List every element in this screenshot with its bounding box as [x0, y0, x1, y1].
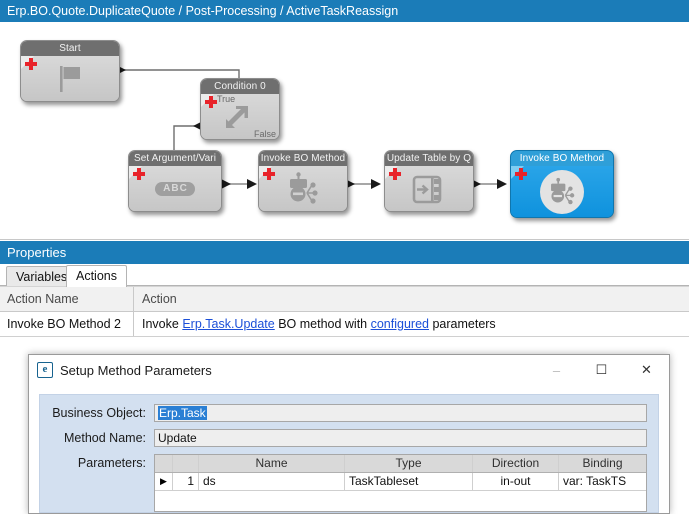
node-body [511, 166, 613, 217]
abc-pill-label: ABC [155, 181, 195, 196]
method-name-field[interactable]: Update [154, 429, 647, 447]
window-controls: – ☐ ✕ [534, 355, 669, 385]
cell-param-type[interactable]: TaskTableset [345, 473, 473, 490]
column-header-action: Action [142, 292, 177, 306]
action-grid-header: Action Name Action [0, 287, 689, 312]
action-link-configured[interactable]: configured [371, 317, 429, 331]
cell-param-name[interactable]: ds [199, 473, 345, 490]
workflow-node-invoke-bo-method-2[interactable]: Invoke BO Method [510, 150, 614, 218]
column-header-action-name: Action Name [0, 287, 134, 311]
column-header-indicator [155, 455, 173, 472]
column-header-type[interactable]: Type [345, 455, 473, 472]
node-body: ABC [129, 166, 221, 211]
action-text-post: parameters [428, 317, 496, 331]
icon-circle-background [540, 169, 584, 214]
node-title: Invoke BO Method [511, 151, 613, 166]
node-body [259, 166, 347, 211]
parameters-grid[interactable]: Name Type Direction Binding ▶ 1 ds TaskT… [154, 454, 647, 512]
action-link-bo-method[interactable]: Erp.Task.Update [182, 317, 274, 331]
parameters-label: Parameters: [77, 456, 146, 470]
parameters-grid-empty-row[interactable] [155, 491, 646, 511]
tab-actions[interactable]: Actions [66, 265, 127, 287]
workflow-node-start[interactable]: Start [20, 40, 120, 102]
minimize-icon[interactable]: – [534, 355, 579, 385]
column-header-binding[interactable]: Binding [559, 455, 646, 472]
parameters-grid-header: Name Type Direction Binding [155, 455, 646, 473]
cell-action-name: Invoke BO Method 2 [0, 312, 134, 336]
column-header-name[interactable]: Name [199, 455, 345, 472]
node-title: Update Table by Q [385, 151, 473, 166]
business-object-value: Erp.Task [158, 406, 207, 420]
action-text-mid: BO method with [274, 317, 371, 331]
close-icon[interactable]: ✕ [624, 355, 669, 385]
cell-row-number: 1 [173, 473, 199, 490]
cell-param-direction[interactable]: in-out [473, 473, 559, 490]
dialog-title-bar[interactable]: e Setup Method Parameters – ☐ ✕ [29, 355, 669, 385]
node-title: Condition 0 [201, 79, 279, 94]
properties-tabs: Variables Actions [0, 264, 689, 287]
workflow-node-update-table[interactable]: Update Table by Q [384, 150, 474, 212]
node-title: Invoke BO Method [259, 151, 347, 166]
dialog-body: Business Object: Erp.Task Method Name: U… [29, 385, 669, 513]
workflow-canvas[interactable]: Start Condition 0 True False Set Argumen… [0, 22, 689, 240]
business-object-field[interactable]: Erp.Task [154, 404, 647, 422]
node-title: Set Argument/Vari [129, 151, 221, 166]
column-header-row-number [173, 455, 199, 472]
breadcrumb: Erp.BO.Quote.DuplicateQuote / Post-Proce… [0, 0, 689, 22]
properties-panel-header: Properties [0, 241, 689, 264]
dialog-form-panel: Business Object: Erp.Task Method Name: U… [39, 394, 659, 513]
form-row-parameters: Parameters: Name Type Direction Binding … [40, 454, 647, 512]
maximize-icon[interactable]: ☐ [579, 355, 624, 385]
plus-badge-icon[interactable] [204, 95, 217, 108]
form-row-business-object: Business Object: Erp.Task [40, 404, 647, 422]
node-body [385, 166, 473, 211]
method-name-label: Method Name: [64, 431, 146, 445]
workflow-node-condition-0[interactable]: Condition 0 True False [200, 78, 280, 140]
table-row[interactable]: Invoke BO Method 2 Invoke Erp.Task.Updat… [0, 312, 689, 337]
node-body: True False [201, 94, 279, 139]
plus-badge-icon[interactable] [262, 167, 275, 180]
plus-badge-icon[interactable] [132, 167, 145, 180]
action-grid: Action Name Action Invoke BO Method 2 In… [0, 286, 689, 337]
table-row[interactable]: ▶ 1 ds TaskTableset in-out var: TaskTS [155, 473, 646, 491]
dialog-title: Setup Method Parameters [60, 362, 212, 378]
row-indicator-icon: ▶ [155, 473, 173, 490]
setup-method-parameters-dialog[interactable]: e Setup Method Parameters – ☐ ✕ Business… [28, 354, 670, 514]
workflow-node-invoke-bo-method[interactable]: Invoke BO Method [258, 150, 348, 212]
plus-badge-icon[interactable] [388, 167, 401, 180]
plus-badge-icon[interactable] [514, 167, 527, 180]
business-object-label: Business Object: [52, 406, 146, 420]
workflow-node-set-argument[interactable]: Set Argument/Vari ABC [128, 150, 222, 212]
epicor-e-icon: e [37, 362, 53, 378]
form-row-method-name: Method Name: Update [40, 429, 647, 447]
node-title: Start [21, 41, 119, 56]
cell-action-description: Invoke Erp.Task.Update BO method with co… [134, 312, 689, 336]
action-text-pre: Invoke [142, 317, 183, 331]
node-body [21, 56, 119, 101]
plus-badge-icon[interactable] [24, 57, 37, 70]
column-header-direction[interactable]: Direction [473, 455, 559, 472]
cell-param-binding[interactable]: var: TaskTS [559, 473, 646, 490]
